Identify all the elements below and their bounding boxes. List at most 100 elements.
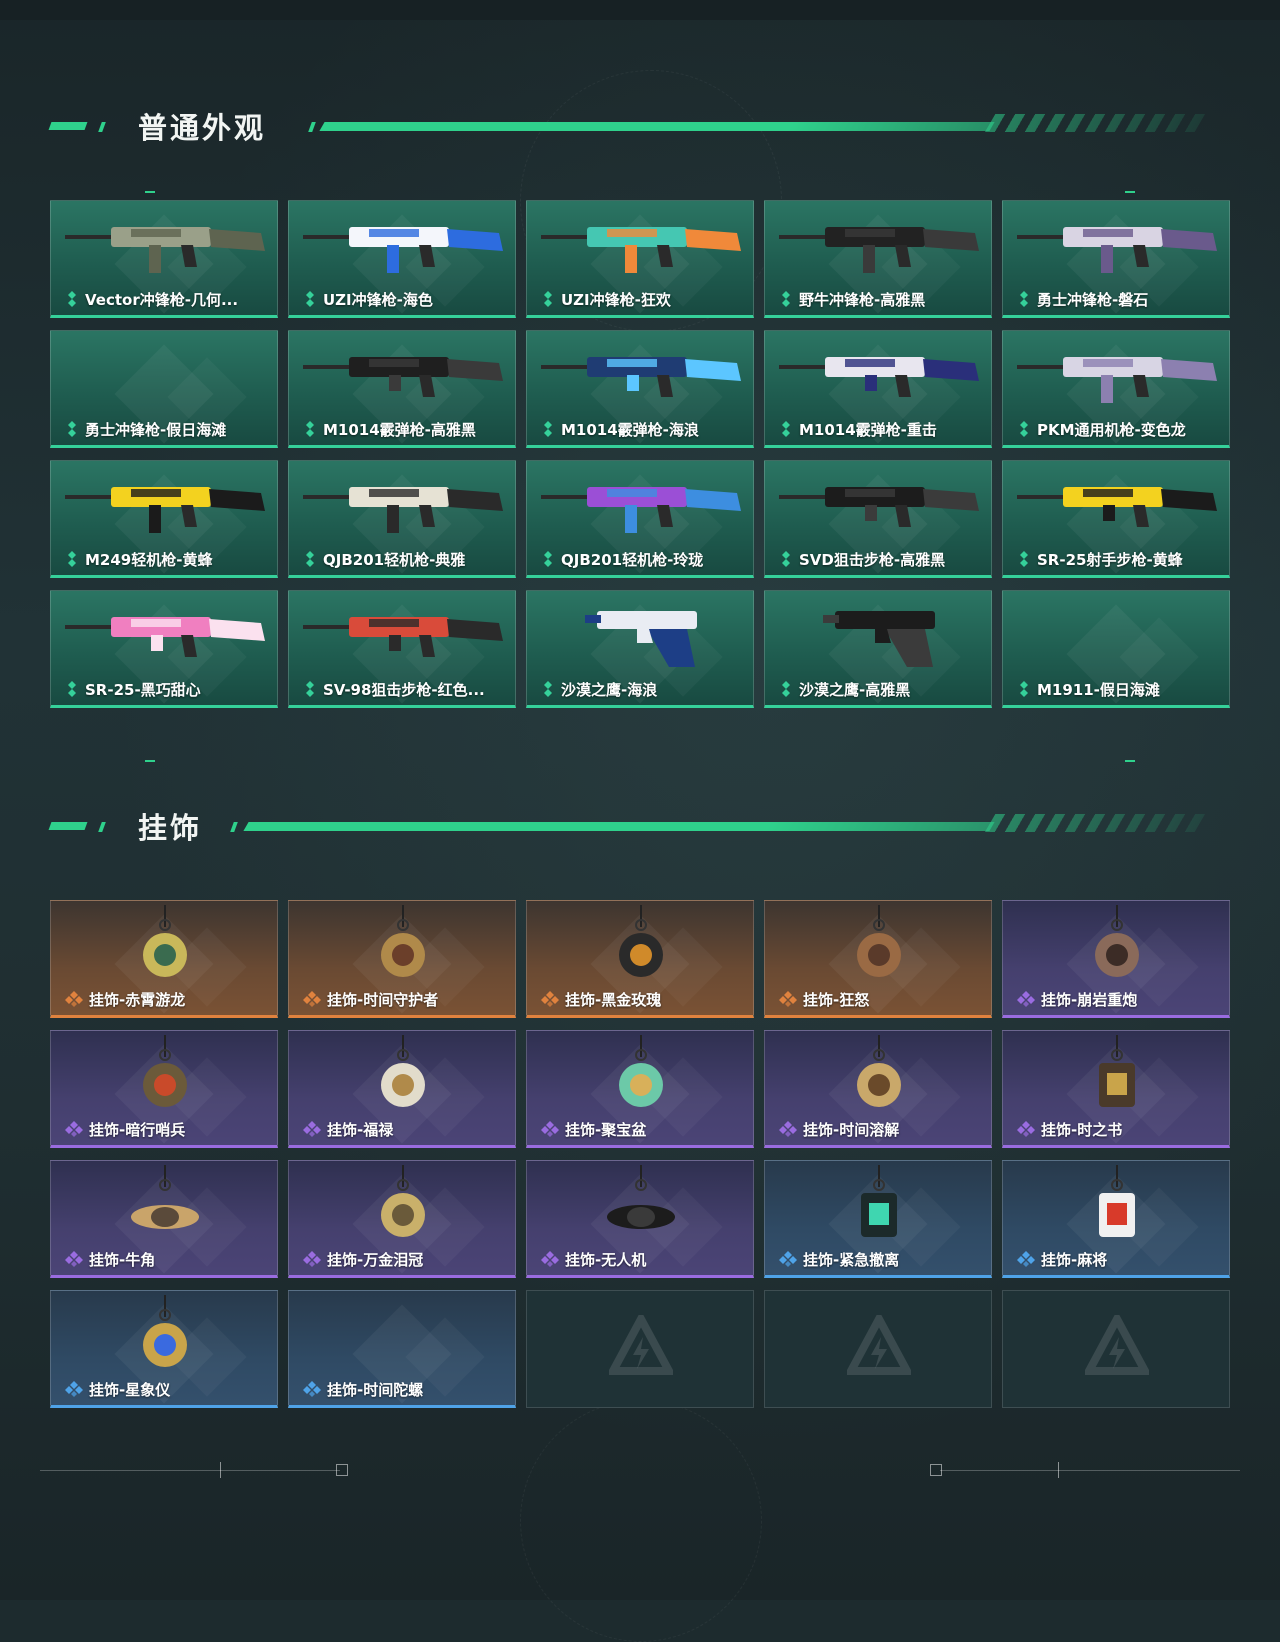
sniper-svd-icon <box>779 487 979 527</box>
skin-card[interactable]: 沙漠之鹰-海浪 <box>526 590 754 708</box>
item-name: QJB201轻机枪-典雅 <box>323 550 466 569</box>
card-label-row: M1014霰弹枪-高雅黑 <box>303 419 509 439</box>
card-label-row: M1014霰弹枪-海浪 <box>541 419 747 439</box>
card-label-row: M1014霰弹枪-重击 <box>779 419 985 439</box>
item-name: 挂饰-麻将 <box>1041 1250 1108 1269</box>
card-label-row: 挂饰-星象仪 <box>65 1379 271 1399</box>
crown-charm-icon <box>381 1165 425 1237</box>
charm-card[interactable]: 挂饰-福禄 <box>288 1030 516 1148</box>
item-name: Vector冲锋枪-几何... <box>85 290 239 309</box>
rarity-diamond-icon <box>1017 1251 1035 1267</box>
rarity-diamond-icon <box>68 551 76 567</box>
sentinel-charm-icon <box>143 1035 187 1107</box>
charm-card[interactable]: 挂饰-无人机 <box>526 1160 754 1278</box>
pistol-deagle-icon <box>823 611 935 667</box>
gourd-charm-icon <box>381 1035 425 1107</box>
charm-card[interactable]: 挂饰-麻将 <box>1002 1160 1230 1278</box>
skin-card[interactable]: M1014霰弹枪-海浪 <box>526 330 754 448</box>
charm-card[interactable]: 挂饰-崩岩重炮 <box>1002 900 1230 1018</box>
skin-card[interactable]: QJB201轻机枪-玲珑 <box>526 460 754 578</box>
skin-card[interactable]: M1014霰弹枪-高雅黑 <box>288 330 516 448</box>
card-label-row: 挂饰-时间陀螺 <box>303 1379 509 1399</box>
charm-card[interactable]: 挂饰-暗行哨兵 <box>50 1030 278 1148</box>
charm-card[interactable]: 挂饰-牛角 <box>50 1160 278 1278</box>
skin-card[interactable]: 沙漠之鹰-高雅黑 <box>764 590 992 708</box>
skin-card[interactable]: UZI冲锋枪-海色 <box>288 200 516 318</box>
card-label-row: 挂饰-聚宝盆 <box>541 1119 747 1139</box>
item-name: 挂饰-时间陀螺 <box>327 1380 424 1399</box>
rarity-diamond-icon <box>1017 991 1035 1007</box>
card-label-row: SV-98狙击步枪-红色... <box>303 679 509 699</box>
skin-card[interactable]: SR-25射手步枪-黄蜂 <box>1002 460 1230 578</box>
skin-card[interactable]: SR-25-黑巧甜心 <box>50 590 278 708</box>
rarity-diamond-icon <box>68 421 76 437</box>
item-name: 勇士冲锋枪-假日海滩 <box>85 420 227 439</box>
charm-card[interactable]: 挂饰-时间溶解 <box>764 1030 992 1148</box>
skin-card[interactable]: SV-98狙击步枪-红色... <box>288 590 516 708</box>
card-label-row: SR-25-黑巧甜心 <box>65 679 271 699</box>
skin-card[interactable]: M249轻机枪-黄蜂 <box>50 460 278 578</box>
skin-card[interactable]: Vector冲锋枪-几何... <box>50 200 278 318</box>
footer-square <box>336 1464 348 1476</box>
header-dash <box>98 122 106 132</box>
header-line <box>319 122 995 131</box>
charm-card[interactable]: 挂饰-赤霄游龙 <box>50 900 278 1018</box>
rarity-diamond-icon <box>782 421 790 437</box>
skins-grid: Vector冲锋枪-几何... UZI冲锋枪-海色 UZI冲锋枪-狂欢 野牛冲锋枪-高… <box>50 200 1230 710</box>
charm-card[interactable]: 挂饰-时间守护者 <box>288 900 516 1018</box>
rose-charm-icon <box>619 905 663 977</box>
skin-card[interactable]: 野牛冲锋枪-高雅黑 <box>764 200 992 318</box>
item-name: QJB201轻机枪-玲珑 <box>561 550 704 569</box>
item-name: 勇士冲锋枪-磐石 <box>1037 290 1149 309</box>
card-label-row: 勇士冲锋枪-磐石 <box>1017 289 1223 309</box>
astrolabe-charm-icon <box>143 1295 187 1367</box>
charm-card[interactable]: 挂饰-紧急撤离 <box>764 1160 992 1278</box>
sniper-sv98-icon <box>303 617 503 657</box>
evac-charm-icon <box>861 1165 897 1237</box>
charm-card[interactable]: 挂饰-狂怒 <box>764 900 992 1018</box>
rarity-diamond-icon <box>1020 421 1028 437</box>
item-name: UZI冲锋枪-海色 <box>323 290 433 309</box>
card-label-row: QJB201轻机枪-玲珑 <box>541 549 747 569</box>
footer-bar <box>1058 1462 1059 1478</box>
skin-card[interactable]: 勇士冲锋枪-磐石 <box>1002 200 1230 318</box>
logo-placeholder-icon <box>609 1315 673 1375</box>
header-slash <box>308 122 316 132</box>
pendulum-charm-icon <box>381 905 425 977</box>
top-bar <box>0 0 1280 20</box>
skin-card[interactable]: M1014霰弹枪-重击 <box>764 330 992 448</box>
card-label-row: 挂饰-赤霄游龙 <box>65 989 271 1009</box>
footer-line <box>940 1470 1240 1471</box>
rarity-diamond-icon <box>779 1251 797 1267</box>
charm-card[interactable]: 挂饰-时之书 <box>1002 1030 1230 1148</box>
rarity-diamond-icon <box>68 681 76 697</box>
item-name: 挂饰-聚宝盆 <box>565 1120 647 1139</box>
rarity-diamond-icon <box>303 1251 321 1267</box>
rarity-diamond-icon <box>779 1121 797 1137</box>
card-label-row: 挂饰-牛角 <box>65 1249 271 1269</box>
item-name: SR-25-黑巧甜心 <box>85 680 201 699</box>
charm-card[interactable]: 挂饰-黑金玫瑰 <box>526 900 754 1018</box>
skin-card[interactable]: QJB201轻机枪-典雅 <box>288 460 516 578</box>
rarity-diamond-icon <box>68 291 76 307</box>
charm-card[interactable]: 挂饰-星象仪 <box>50 1290 278 1408</box>
skin-card[interactable]: M1911-假日海滩 <box>1002 590 1230 708</box>
card-label-row: 挂饰-麻将 <box>1017 1249 1223 1269</box>
skin-card[interactable]: PKM通用机枪-变色龙 <box>1002 330 1230 448</box>
rarity-diamond-icon <box>303 991 321 1007</box>
charm-card[interactable]: 挂饰-时间陀螺 <box>288 1290 516 1408</box>
rarity-diamond-icon <box>65 1251 83 1267</box>
skin-card[interactable]: 勇士冲锋枪-假日海滩 <box>50 330 278 448</box>
item-name: 挂饰-狂怒 <box>803 990 870 1009</box>
logo-placeholder-icon <box>1085 1315 1149 1375</box>
rarity-diamond-icon <box>65 1121 83 1137</box>
header-dash <box>48 122 88 130</box>
pistol-deagle-icon <box>585 611 697 667</box>
skin-card[interactable]: UZI冲锋枪-狂欢 <box>526 200 754 318</box>
golem-charm-icon <box>1095 905 1139 977</box>
charm-card[interactable]: 挂饰-万金泪冠 <box>288 1160 516 1278</box>
charm-card[interactable]: 挂饰-聚宝盆 <box>526 1030 754 1148</box>
skin-card[interactable]: SVD狙击步枪-高雅黑 <box>764 460 992 578</box>
card-label-row: 挂饰-崩岩重炮 <box>1017 989 1223 1009</box>
card-label-row: 挂饰-时间守护者 <box>303 989 509 1009</box>
